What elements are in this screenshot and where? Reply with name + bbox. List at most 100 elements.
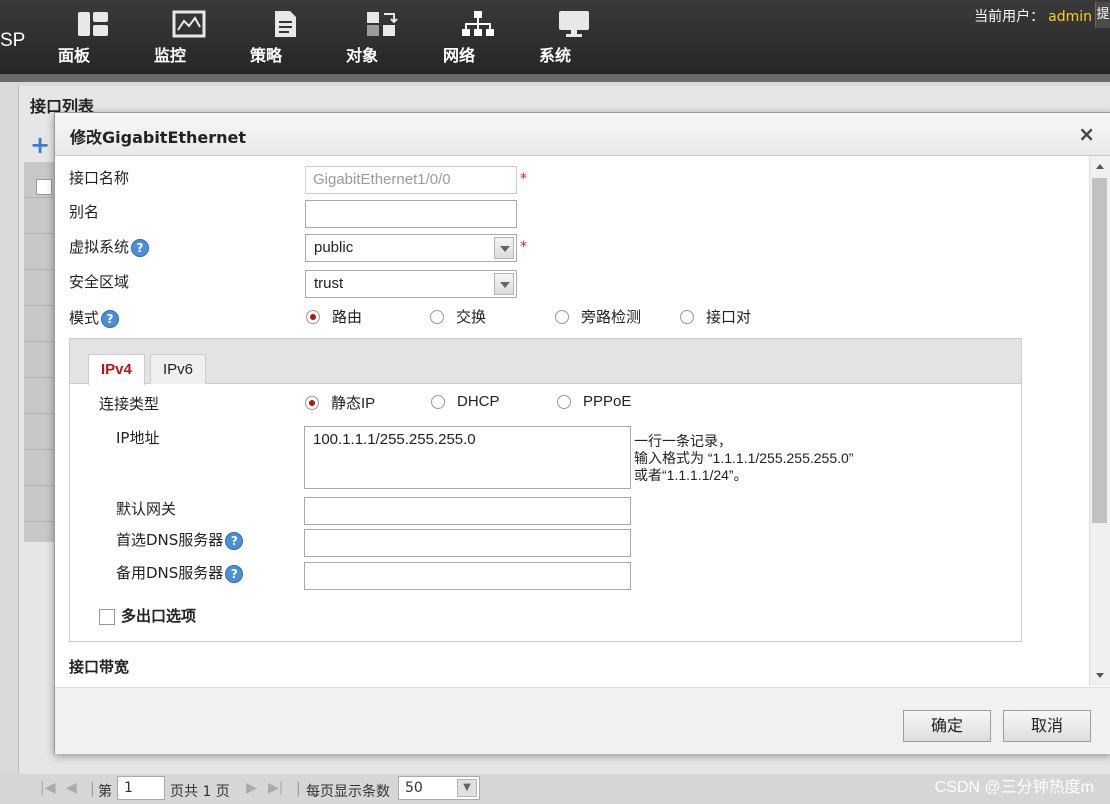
dialog-scrollbar[interactable] xyxy=(1089,156,1110,686)
conn-radio-dhcp[interactable]: DHCP xyxy=(431,392,500,410)
dialog-body: 接口名称 GigabitEthernet1/0/0 * 别名 虚拟系统? pub… xyxy=(55,156,1089,686)
help-icon[interactable]: ? xyxy=(101,309,120,328)
default-gateway-label: 默认网关 xyxy=(116,500,177,518)
mode-radio-bypass[interactable]: 旁路检测 xyxy=(555,306,641,327)
next-page-icon[interactable]: ▶ xyxy=(246,780,257,796)
ip-format-hint: 一行一条记录， 输入格式为 “1.1.1.1/255.255.255.0” 或者… xyxy=(634,433,853,484)
per-page-value: 50 xyxy=(405,780,423,796)
radio-label: DHCP xyxy=(457,393,500,410)
secondary-dns-field[interactable] xyxy=(304,562,631,590)
brand-text: SP xyxy=(0,30,26,51)
multi-exit-checkbox[interactable]: 多出口选项 xyxy=(99,605,196,626)
table-row[interactable] xyxy=(24,414,56,450)
table-row[interactable] xyxy=(24,234,56,270)
alias-label: 别名 xyxy=(69,203,100,221)
first-page-icon[interactable]: |◀ xyxy=(40,780,55,796)
mode-radio-route[interactable]: 路由 xyxy=(306,306,362,327)
virtual-system-label-text: 虚拟系统 xyxy=(69,238,130,256)
help-icon[interactable]: ? xyxy=(225,531,244,550)
primary-dns-label: 首选DNS服务器? xyxy=(116,529,244,550)
scroll-down-icon[interactable] xyxy=(1096,673,1104,678)
nav-objects[interactable]: 对象 xyxy=(346,10,416,65)
virtual-system-select[interactable]: public xyxy=(305,234,517,262)
mode-radio-interface-pair[interactable]: 接口对 xyxy=(680,306,751,327)
tab-bar: IPv4 IPv6 xyxy=(70,339,1021,385)
ip-address-textarea[interactable]: 100.1.1.1/255.255.255.0 xyxy=(304,426,631,489)
tab-ipv6[interactable]: IPv6 xyxy=(150,354,207,384)
radio-dot xyxy=(430,309,444,324)
per-page-select[interactable]: 50 ▼ xyxy=(398,776,480,800)
scroll-thumb[interactable] xyxy=(1092,178,1107,523)
mode-label: 模式? xyxy=(69,307,120,328)
close-icon[interactable]: × xyxy=(1078,122,1095,146)
header-extra-button[interactable]: 提 xyxy=(1095,2,1110,28)
chevron-down-icon: ▼ xyxy=(457,779,477,797)
tab-ipv4[interactable]: IPv4 xyxy=(88,354,145,385)
prev-page-icon[interactable]: ◀ xyxy=(66,780,77,796)
nav-dashboard[interactable]: 面板 xyxy=(58,10,128,65)
nav-system[interactable]: 系统 xyxy=(539,10,609,65)
bandwidth-section-title: 接口带宽 xyxy=(69,658,130,676)
system-display-icon xyxy=(559,11,589,37)
network-icon xyxy=(462,11,494,36)
add-icon[interactable]: + xyxy=(30,131,50,159)
security-zone-select[interactable]: trust xyxy=(305,270,517,298)
virtual-system-value: public xyxy=(314,239,354,256)
cancel-button[interactable]: 取消 xyxy=(1003,710,1091,742)
policy-document-icon xyxy=(275,11,296,37)
table-row[interactable] xyxy=(24,378,56,414)
primary-dns-field[interactable] xyxy=(304,529,631,557)
dialog-footer: 确定 取消 xyxy=(55,687,1110,754)
mode-label-text: 模式 xyxy=(69,309,100,327)
nav-label: 网络 xyxy=(443,46,476,65)
table-row[interactable] xyxy=(24,270,56,306)
nav-monitor[interactable]: 监控 xyxy=(154,10,224,65)
connection-type-label: 连接类型 xyxy=(99,395,160,413)
radio-dot xyxy=(557,394,571,409)
hint-line: 一行一条记录， xyxy=(634,433,732,449)
hint-line: 输入格式为 “1.1.1.1/255.255.255.0” xyxy=(634,450,854,466)
interface-list-rows xyxy=(24,162,56,542)
primary-dns-label-text: 首选DNS服务器 xyxy=(116,531,224,549)
alias-field[interactable] xyxy=(305,200,517,228)
current-user-name[interactable]: admin xyxy=(1048,9,1092,25)
radio-label: PPPoE xyxy=(583,393,632,410)
secondary-dns-label: 备用DNS服务器? xyxy=(116,562,244,583)
dialog-header: 修改GigabitEthernet × xyxy=(55,113,1110,156)
radio-label: 静态IP xyxy=(331,395,376,412)
dialog-title: 修改GigabitEthernet xyxy=(70,128,247,147)
table-row[interactable] xyxy=(24,198,56,234)
default-gateway-field[interactable] xyxy=(304,497,631,525)
table-row[interactable] xyxy=(24,450,56,486)
chevron-down-icon xyxy=(494,273,514,295)
current-user: 当前用户： admin xyxy=(974,6,1092,26)
mode-radio-switch[interactable]: 交换 xyxy=(430,306,486,327)
watermark: CSDN @三分钟热度m xyxy=(934,779,1094,796)
scroll-up-icon[interactable] xyxy=(1096,164,1104,169)
table-row[interactable] xyxy=(24,486,56,522)
required-mark: * xyxy=(520,171,527,187)
page-number-input[interactable]: 1 xyxy=(117,776,165,800)
nav-network[interactable]: 网络 xyxy=(443,10,513,65)
nav-policy[interactable]: 策略 xyxy=(250,10,320,65)
radio-label: 旁路检测 xyxy=(581,309,642,326)
select-all-checkbox[interactable] xyxy=(36,179,52,195)
page-total: 页共 1 页 xyxy=(170,784,230,800)
interface-name-field: GigabitEthernet1/0/0 xyxy=(305,166,517,194)
security-zone-value: trust xyxy=(314,275,344,292)
help-icon[interactable]: ? xyxy=(225,564,244,583)
table-row[interactable] xyxy=(24,342,56,378)
table-row[interactable] xyxy=(24,306,56,342)
checkbox-box xyxy=(99,608,115,625)
required-mark: * xyxy=(520,239,527,255)
ip-address-label: IP地址 xyxy=(116,429,160,447)
interface-name-label: 接口名称 xyxy=(69,169,130,187)
nav-label: 系统 xyxy=(539,46,572,65)
monitor-chart-icon xyxy=(172,10,206,38)
ok-button[interactable]: 确定 xyxy=(903,710,991,742)
last-page-icon[interactable]: ▶| xyxy=(268,780,283,796)
help-icon[interactable]: ? xyxy=(131,238,150,257)
conn-radio-pppoe[interactable]: PPPoE xyxy=(557,392,631,410)
page-prefix: 第 xyxy=(98,784,112,800)
conn-radio-static-ip[interactable]: 静态IP xyxy=(305,392,375,413)
